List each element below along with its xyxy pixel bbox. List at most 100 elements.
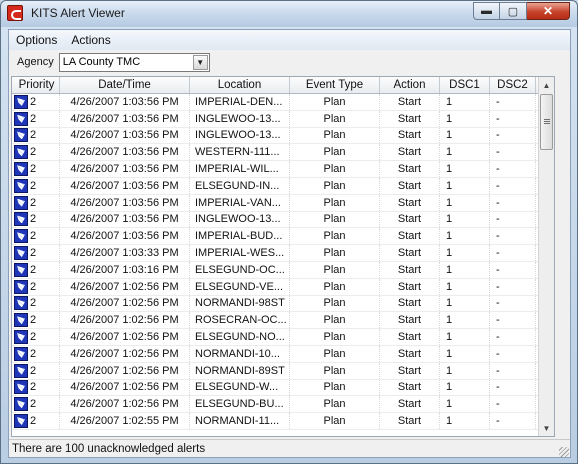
column-header-location[interactable]: Location: [190, 77, 290, 93]
cell-location: IMPERIAL-DEN...: [190, 94, 290, 110]
table-row[interactable]: 2 4/26/2007 1:03:56 PM IMPERIAL-VAN... Plan…: [12, 194, 554, 212]
close-button[interactable]: ✕: [527, 2, 570, 20]
table-row[interactable]: 2 4/26/2007 1:02:56 PM ELSEGUND-W... Plan St…: [12, 379, 554, 397]
table-row[interactable]: 2 4/26/2007 1:02:55 PM NORMANDI-11... Plan S…: [12, 413, 554, 430]
column-header-dsc2[interactable]: DSC2: [490, 77, 536, 93]
table-row[interactable]: 2 4/26/2007 1:03:33 PM IMPERIAL-WES... Plan…: [12, 245, 554, 262]
cell-dsc1: 1: [440, 413, 490, 429]
close-icon: ✕: [542, 4, 554, 18]
cell-location: WESTERN-111...: [190, 144, 290, 161]
cell-datetime: 4/26/2007 1:03:56 PM: [60, 161, 190, 177]
maximize-button[interactable]: ▢: [500, 2, 527, 20]
priority-value: 2: [30, 230, 37, 243]
cell-dsc1: 1: [440, 278, 490, 295]
table-row[interactable]: 2 4/26/2007 1:02:56 PM NORMANDI-98ST Plan St…: [12, 295, 554, 313]
cell-dsc1: 1: [440, 362, 490, 379]
menu-actions[interactable]: Actions: [64, 33, 117, 47]
table-row[interactable]: 2 4/26/2007 1:03:56 PM WESTERN-111... Plan S…: [12, 144, 554, 162]
cell-location: INGLEWOO-13...: [190, 127, 290, 144]
alerts-table: Priority Date/Time Location Event Type A…: [11, 76, 555, 437]
cell-action: Start: [380, 211, 440, 228]
cell-location: NORMANDI-10...: [190, 345, 290, 362]
cell-action: Start: [380, 312, 440, 329]
column-header-event-type[interactable]: Event Type: [290, 77, 380, 93]
alert-priority-icon: [14, 262, 28, 277]
dropdown-arrow-icon[interactable]: ▼: [192, 54, 208, 70]
table-row[interactable]: 2 4/26/2007 1:02:56 PM ELSEGUND-VE... Plan S…: [12, 278, 554, 296]
table-row[interactable]: 2 4/26/2007 1:03:56 PM IMPERIAL-WIL... Plan…: [12, 161, 554, 178]
cell-dsc1: 1: [440, 345, 490, 362]
vertical-scrollbar[interactable]: ▲ ▼: [538, 77, 554, 436]
scroll-up-icon[interactable]: ▲: [539, 77, 554, 93]
cell-priority: 2: [12, 295, 60, 312]
cell-priority: 2: [12, 362, 60, 379]
agency-dropdown[interactable]: LA County TMC ▼: [58, 52, 210, 72]
minimize-button[interactable]: ▬: [473, 2, 500, 20]
cell-priority: 2: [12, 127, 60, 144]
cell-location: ELSEGUND-VE...: [190, 278, 290, 295]
alert-priority-icon: [14, 229, 28, 244]
cell-dsc2: -: [490, 362, 536, 379]
cell-event-type: Plan: [290, 161, 380, 177]
table-row[interactable]: 2 4/26/2007 1:02:56 PM ROSECRAN-OC... Plan S…: [12, 312, 554, 330]
cell-dsc2: -: [490, 211, 536, 228]
cell-datetime: 4/26/2007 1:02:56 PM: [60, 396, 190, 413]
cell-location: ROSECRAN-OC...: [190, 312, 290, 329]
table-row[interactable]: 2 4/26/2007 1:02:56 PM ELSEGUND-NO... Plan S…: [12, 329, 554, 346]
table-row[interactable]: 2 4/26/2007 1:03:16 PM ELSEGUND-OC... Plan S…: [12, 261, 554, 279]
table-row[interactable]: 2 4/26/2007 1:03:56 PM ELSEGUND-IN... Plan S…: [12, 177, 554, 195]
column-header-dsc1[interactable]: DSC1: [440, 77, 490, 93]
alert-priority-icon: [14, 330, 28, 345]
resize-grip-icon[interactable]: [559, 447, 569, 457]
alert-priority-icon: [14, 296, 28, 311]
column-header-action[interactable]: Action: [380, 77, 440, 93]
cell-datetime: 4/26/2007 1:03:33 PM: [60, 245, 190, 261]
priority-value: 2: [30, 146, 37, 159]
cell-dsc1: 1: [440, 161, 490, 177]
scroll-thumb[interactable]: [540, 94, 553, 150]
cell-datetime: 4/26/2007 1:03:56 PM: [60, 194, 190, 211]
cell-dsc1: 1: [440, 194, 490, 211]
cell-priority: 2: [12, 228, 60, 245]
cell-dsc1: 1: [440, 312, 490, 329]
alert-priority-icon: [14, 111, 28, 126]
cell-action: Start: [380, 261, 440, 278]
cell-location: ELSEGUND-OC...: [190, 261, 290, 278]
table-row[interactable]: 2 4/26/2007 1:02:56 PM NORMANDI-10... Plan S…: [12, 345, 554, 363]
title-bar[interactable]: KITS Alert Viewer ▬ ▢ ✕: [1, 1, 577, 27]
table-row[interactable]: 2 4/26/2007 1:03:56 PM INGLEWOO-13... Plan S…: [12, 127, 554, 145]
cell-priority: 2: [12, 329, 60, 345]
cell-event-type: Plan: [290, 379, 380, 396]
column-header-priority[interactable]: Priority: [12, 77, 60, 93]
cell-dsc2: -: [490, 278, 536, 295]
cell-datetime: 4/26/2007 1:03:56 PM: [60, 228, 190, 245]
cell-datetime: 4/26/2007 1:03:16 PM: [60, 261, 190, 278]
column-header-datetime[interactable]: Date/Time: [60, 77, 190, 93]
cell-dsc1: 1: [440, 379, 490, 396]
alert-priority-icon: [14, 162, 28, 177]
cell-location: ELSEGUND-IN...: [190, 177, 290, 194]
cell-event-type: Plan: [290, 228, 380, 245]
cell-location: IMPERIAL-VAN...: [190, 194, 290, 211]
table-row[interactable]: 2 4/26/2007 1:03:56 PM INGLEWOO-13... Plan S…: [12, 110, 554, 128]
cell-location: INGLEWOO-13...: [190, 211, 290, 228]
menu-options[interactable]: Options: [9, 33, 64, 47]
agency-row: Agency LA County TMC ▼: [9, 50, 570, 74]
cell-datetime: 4/26/2007 1:03:56 PM: [60, 177, 190, 194]
cell-priority: 2: [12, 211, 60, 228]
table-row[interactable]: 2 4/26/2007 1:03:56 PM IMPERIAL-DEN... Plan…: [12, 94, 554, 111]
cell-location: NORMANDI-11...: [190, 413, 290, 429]
table-row[interactable]: 2 4/26/2007 1:03:56 PM INGLEWOO-13... Plan S…: [12, 211, 554, 229]
cell-datetime: 4/26/2007 1:03:56 PM: [60, 144, 190, 161]
alert-priority-icon: [14, 178, 28, 193]
priority-value: 2: [30, 415, 37, 428]
table-row[interactable]: 2 4/26/2007 1:03:56 PM IMPERIAL-BUD... Plan…: [12, 228, 554, 246]
priority-value: 2: [30, 163, 37, 176]
cell-datetime: 4/26/2007 1:02:56 PM: [60, 295, 190, 312]
kits-app-icon[interactable]: [7, 5, 23, 21]
scroll-down-icon[interactable]: ▼: [539, 420, 554, 436]
cell-priority: 2: [12, 110, 60, 127]
maximize-icon: ▢: [507, 5, 519, 18]
table-row[interactable]: 2 4/26/2007 1:02:56 PM ELSEGUND-BU... Plan S…: [12, 396, 554, 414]
table-row[interactable]: 2 4/26/2007 1:02:56 PM NORMANDI-89ST Plan St…: [12, 362, 554, 380]
